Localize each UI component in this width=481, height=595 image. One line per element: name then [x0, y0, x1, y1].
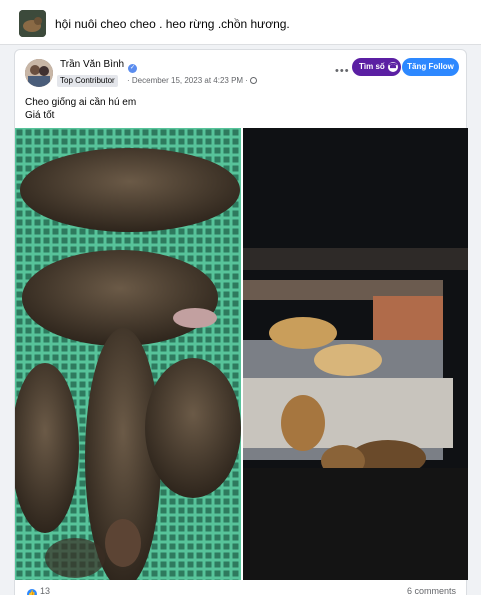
group-thumbnail[interactable] — [19, 10, 46, 37]
post-text-line: Giá tốt — [25, 110, 55, 121]
post-card: Trần Văn Bình ✓ Top Contributor · Decemb… — [14, 49, 468, 595]
reaction-count: 13 — [40, 586, 51, 595]
more-options-icon[interactable]: ••• — [335, 66, 350, 77]
post-meta[interactable]: · December 15, 2023 at 4:23 PM · — [127, 76, 257, 85]
post-timestamp[interactable]: · December 15, 2023 at 4:23 PM · — [127, 76, 248, 85]
verified-icon: ✓ — [128, 64, 137, 73]
post-text: Cheo giống ai cần hú em Giá tốt — [25, 96, 136, 122]
comments-count[interactable]: 6 comments — [407, 586, 456, 595]
find-number-button[interactable]: Tìm số ☎ — [352, 58, 401, 76]
page-scrollbar[interactable] — [475, 45, 481, 595]
top-contributor-badge: Top Contributor — [57, 75, 118, 87]
author-avatar[interactable] — [25, 59, 53, 87]
photo-night-animals[interactable] — [243, 128, 468, 580]
like-icon: 👍 — [27, 589, 37, 595]
globe-icon — [249, 77, 257, 84]
post-text-line: Cheo giống ai cần hú em — [25, 97, 137, 108]
follow-button[interactable]: Tăng Follow — [402, 58, 459, 76]
find-number-label: Tìm số — [359, 62, 385, 71]
reactions-summary[interactable]: 👍 13 — [27, 586, 50, 595]
group-title[interactable]: hội nuôi cheo cheo . heo rừng .chồn hươn… — [55, 17, 290, 31]
phone-icon: ☎ — [388, 62, 398, 72]
photo-grid — [15, 128, 468, 580]
group-header: hội nuôi cheo cheo . heo rừng .chồn hươn… — [0, 0, 481, 45]
photo-crate-animals[interactable] — [15, 128, 241, 580]
author-name[interactable]: Trần Văn Bình — [60, 59, 124, 70]
